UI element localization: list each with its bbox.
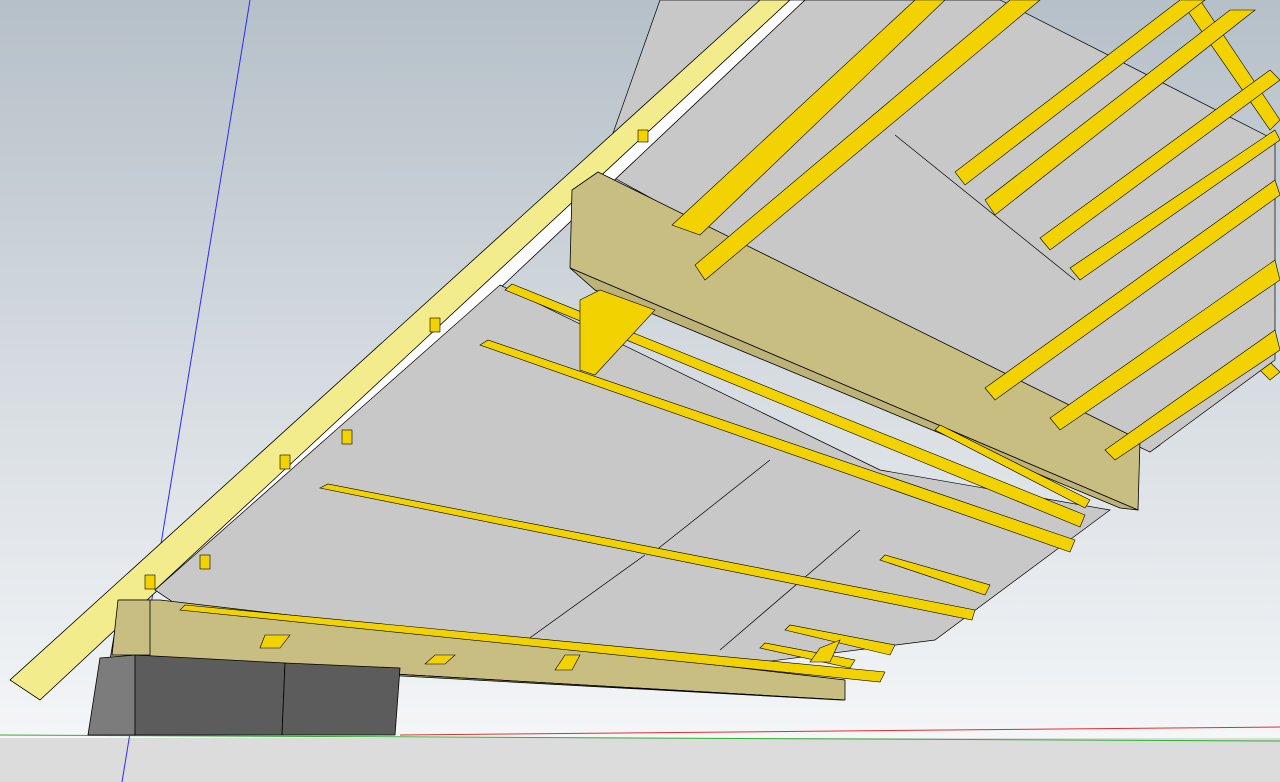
ground-plane: [0, 738, 1280, 782]
roof-framing-model[interactable]: [0, 0, 1280, 782]
3d-viewport[interactable]: [0, 0, 1280, 782]
